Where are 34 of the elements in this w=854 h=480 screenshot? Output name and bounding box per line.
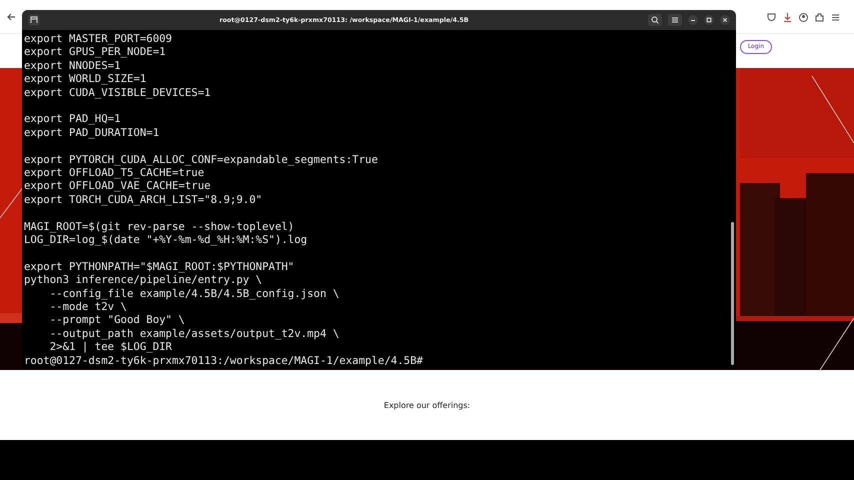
account-icon[interactable] <box>799 13 808 22</box>
terminal-line: export PYTORCH_CUDA_ALLOC_CONF=expandable_segments:True <box>24 152 378 166</box>
terminal-line: --output_path example/assets/output_t2v.mp4 \ <box>48 326 340 340</box>
section-heading: Explore our offerings: <box>384 400 470 410</box>
terminal-line: export PYTHONPATH="$MAGI_ROOT:$PYTHONPATH" <box>24 260 294 274</box>
shell-prompt: root@0127-dsm2-ty6k-prxmx70113:/workspace/MAGI-1/example/4.5B# <box>24 354 423 368</box>
back-arrow-icon[interactable] <box>7 13 16 21</box>
terminal-line: --config_file example/4.5B/4.5B_config.json \ <box>48 286 340 300</box>
search-icon[interactable] <box>648 14 662 26</box>
puzzle-icon[interactable] <box>815 13 824 22</box>
terminal-line: --mode t2v \ <box>48 300 127 314</box>
maximize-icon[interactable] <box>704 15 714 25</box>
terminal-line: export NNODES=1 <box>24 58 121 72</box>
terminal-line: export MASTER_PORT=6009 <box>24 32 172 46</box>
terminal-line: MAGI_ROOT=$(git rev-parse --show-toplevel) <box>24 220 294 234</box>
close-icon[interactable] <box>720 15 730 25</box>
terminal-line: 2>&1 | tee $LOG_DIR <box>48 340 172 354</box>
download-icon[interactable] <box>783 13 792 22</box>
menu-icon[interactable] <box>831 13 840 22</box>
terminal-line: export PAD_DURATION=1 <box>24 126 160 140</box>
minimize-icon[interactable] <box>688 15 698 25</box>
terminal-line: export WORLD_SIZE=1 <box>24 72 146 86</box>
terminal-line: export PAD_HQ=1 <box>24 112 121 126</box>
terminal-line: python3 inference/pipeline/entry.py \ <box>24 273 262 287</box>
terminal-line: LOG_DIR=log_$(date "+%Y-%m-%d_%H:%M:%S").log <box>24 233 308 246</box>
shield-icon[interactable] <box>767 13 776 22</box>
terminal-line: export OFFLOAD_VAE_CACHE=true <box>24 179 211 193</box>
terminal-line: export TORCH_CUDA_ARCH_LIST="8.9;9.0" <box>24 192 262 206</box>
terminal-line: --prompt "Good Boy" \ <box>48 313 185 327</box>
terminal-line: export GPUS_PER_NODE=1 <box>24 45 166 59</box>
menu-icon[interactable] <box>668 14 682 26</box>
terminal-line: export OFFLOAD_T5_CACHE=true <box>24 166 204 180</box>
terminal-line: export CUDA_VISIBLE_DEVICES=1 <box>24 86 211 100</box>
scrollbar-thumb[interactable] <box>731 222 734 365</box>
